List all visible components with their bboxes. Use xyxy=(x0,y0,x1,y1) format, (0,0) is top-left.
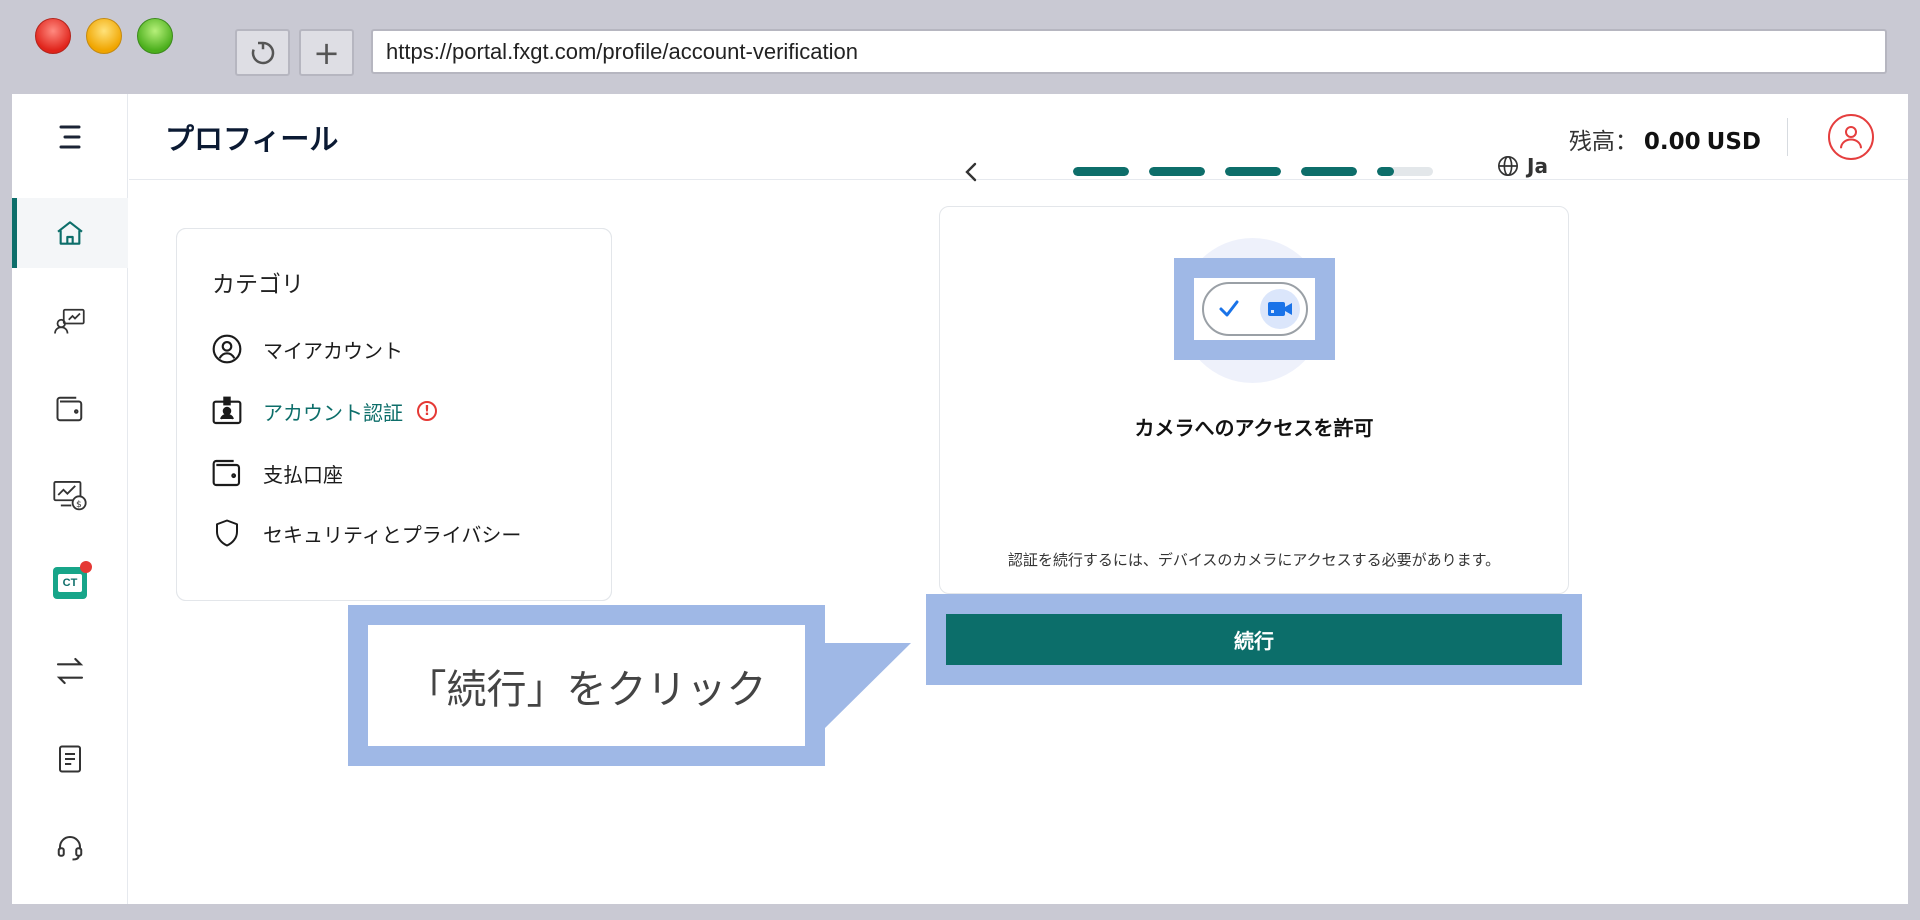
category-item-my-account[interactable]: マイアカウント xyxy=(211,333,403,365)
user-circle-icon xyxy=(211,333,243,365)
wallet-icon xyxy=(56,396,83,422)
ct-badge-icon: CT xyxy=(53,561,92,599)
category-label: 支払口座 xyxy=(263,462,343,487)
language-label: Ja xyxy=(1527,154,1548,178)
progress-fill xyxy=(1149,167,1205,176)
sidebar-item-transfer[interactable] xyxy=(12,636,128,706)
notification-dot xyxy=(80,561,92,573)
callout-pointer xyxy=(825,643,911,728)
camera-permission-illustration xyxy=(1194,278,1315,340)
ct-badge-label: CT xyxy=(58,574,82,592)
category-label: アカウント認証 xyxy=(263,400,403,425)
callout-text: 「続行」をクリック xyxy=(368,625,805,746)
url-bar[interactable]: https://portal.fxgt.com/profile/account-… xyxy=(371,29,1887,74)
home-icon xyxy=(57,221,83,245)
chevron-left-icon xyxy=(965,162,977,182)
headset-icon xyxy=(57,836,83,861)
header-divider xyxy=(1787,118,1788,156)
sidebar-item-documents[interactable] xyxy=(12,724,128,794)
progress-segment xyxy=(1149,167,1205,176)
progress-fill xyxy=(1073,167,1129,176)
progress-segment xyxy=(1073,167,1129,176)
continue-button[interactable]: 続行 xyxy=(946,614,1562,665)
shield-icon xyxy=(211,517,243,549)
sidebar-item-trading-account[interactable] xyxy=(12,286,128,356)
page-title: プロフィール xyxy=(165,122,339,156)
video-camera-knob xyxy=(1259,289,1300,329)
category-item-security-privacy[interactable]: セキュリティとプライバシー xyxy=(211,517,521,549)
reload-button[interactable] xyxy=(235,29,290,76)
progress-fill xyxy=(1301,167,1357,176)
category-label: セキュリティとプライバシー xyxy=(263,522,522,547)
camera-toggle xyxy=(1201,282,1308,336)
sidebar-item-ct[interactable]: CT xyxy=(12,548,128,618)
menu-icon xyxy=(59,125,81,149)
language-selector[interactable]: Ja xyxy=(1497,154,1548,178)
progress-fill xyxy=(1377,167,1394,176)
warning-icon: ! xyxy=(417,401,437,421)
balance-label: 残高： xyxy=(1568,129,1638,155)
balance-amount: 0.00 xyxy=(1643,129,1701,155)
sidebar-item-home[interactable] xyxy=(12,198,128,268)
sidebar-item-chart[interactable]: $ xyxy=(12,460,128,530)
video-camera-icon xyxy=(1267,302,1292,316)
balance: 残高： 0.00 USD xyxy=(1569,122,1761,156)
instruction-callout: 「続行」をクリック xyxy=(348,605,825,766)
reload-icon xyxy=(251,41,274,64)
header: プロフィール 残高： 0.00 USD xyxy=(129,94,1908,180)
sidebar-item-support[interactable] xyxy=(12,812,128,882)
avatar[interactable] xyxy=(1828,114,1874,160)
step-progress xyxy=(1073,167,1433,176)
close-window-button[interactable] xyxy=(35,18,71,54)
sidebar-item-wallet[interactable] xyxy=(12,374,128,444)
menu-button[interactable] xyxy=(12,102,128,172)
user-icon xyxy=(1840,126,1862,149)
globe-icon xyxy=(1498,156,1518,176)
chart-dollar-icon: $ xyxy=(53,481,87,511)
category-panel: カテゴリ マイアカウント アカウント認証 ! 支払口座 セキュリティとプライバシ… xyxy=(176,228,612,601)
verification-title: カメラへのアクセスを許可 xyxy=(1134,416,1374,440)
verification-text-1: 認証を続行するには、デバイスのカメラにアクセスする必要があります。 xyxy=(1007,551,1501,569)
svg-text:$: $ xyxy=(76,500,82,510)
document-icon xyxy=(59,745,81,773)
trading-account-icon xyxy=(54,308,85,334)
category-title: カテゴリ xyxy=(212,272,304,298)
category-label: マイアカウント xyxy=(263,338,403,363)
checkmark-icon xyxy=(1219,300,1238,317)
minimize-window-button[interactable] xyxy=(86,18,122,54)
category-item-payment-account[interactable]: 支払口座 xyxy=(211,457,343,489)
transfer-icon xyxy=(56,657,84,685)
wallet-icon xyxy=(211,457,243,489)
progress-segment xyxy=(1225,167,1281,176)
back-button[interactable] xyxy=(960,158,984,190)
balance-currency: USD xyxy=(1706,129,1761,155)
id-badge-icon xyxy=(211,395,243,427)
progress-fill xyxy=(1225,167,1281,176)
sidebar: $ CT xyxy=(12,94,128,904)
category-item-account-verification[interactable]: アカウント認証 ! xyxy=(211,395,437,427)
progress-segment xyxy=(1301,167,1357,176)
new-tab-button[interactable]: + xyxy=(299,29,354,76)
maximize-window-button[interactable] xyxy=(137,18,173,54)
progress-segment xyxy=(1377,167,1433,176)
